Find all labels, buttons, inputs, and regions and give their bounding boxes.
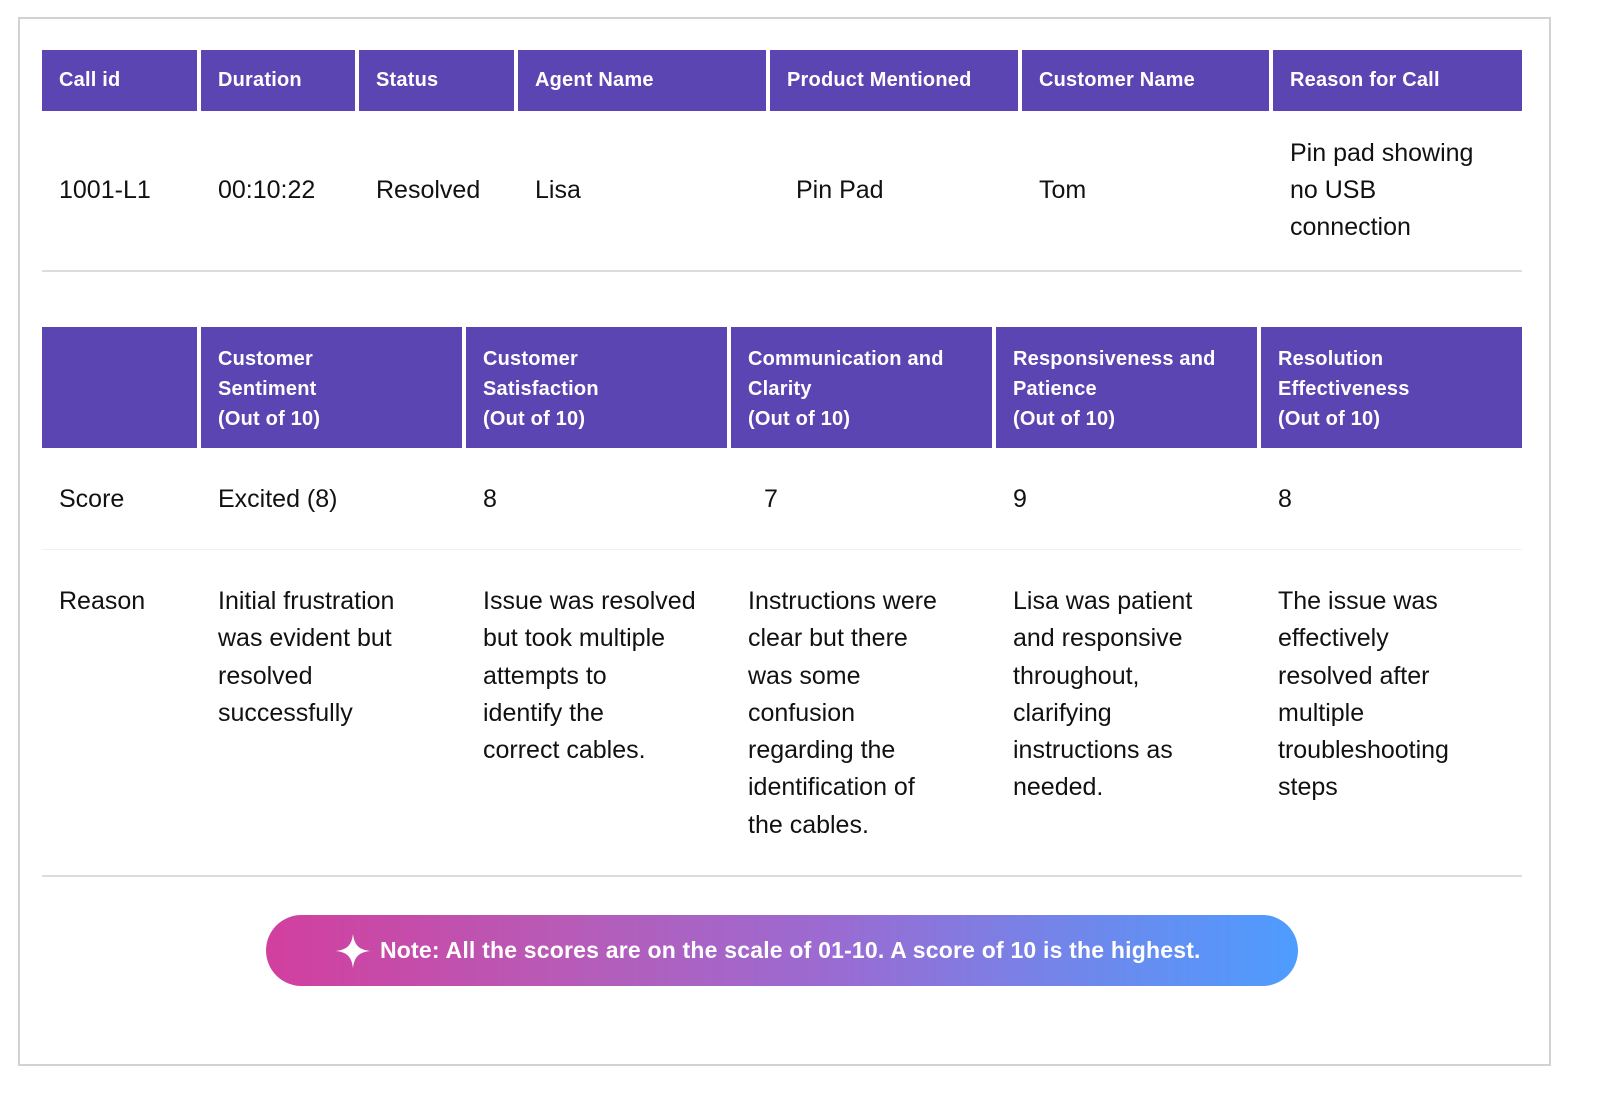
note-banner: Note: All the scores are on the scale of… <box>266 915 1298 986</box>
header-customer-sentiment: Customer Sentiment (Out of 10) <box>201 327 462 448</box>
reason-for-call-value: Pin pad showing no USB connection <box>1290 139 1474 241</box>
score-header-row: Customer Sentiment (Out of 10) Customer … <box>42 327 1522 448</box>
resolution-effectiveness-score: 8 <box>1278 484 1292 513</box>
call-details-table: Call id Duration Status Agent Name Produ… <box>42 50 1522 272</box>
header-communication-clarity: Communication and Clarity (Out of 10) <box>731 327 992 448</box>
header-duration: Duration <box>201 50 355 111</box>
customer-sentiment-score: Excited (8) <box>218 484 338 513</box>
header-empty <box>42 327 197 448</box>
header-reason-for-call: Reason for Call <box>1273 50 1522 111</box>
header-customer-satisfaction: Customer Satisfaction (Out of 10) <box>466 327 727 448</box>
header-status: Status <box>359 50 514 111</box>
header-responsiveness-patience: Responsiveness and Patience (Out of 10) <box>996 327 1257 448</box>
status-value: Resolved <box>376 176 481 204</box>
score-row: Score Excited (8) 8 7 9 8 <box>42 448 1522 550</box>
customer-sentiment-reason: Initial frustration was evident but reso… <box>218 587 395 727</box>
duration-value: 00:10:22 <box>218 176 316 204</box>
customer-satisfaction-reason: Issue was resolved but took multiple att… <box>483 587 696 765</box>
header-product-mentioned: Product Mentioned <box>770 50 1018 111</box>
agent-name-value: Lisa <box>535 176 581 204</box>
communication-clarity-score: 7 <box>764 484 778 513</box>
resolution-effectiveness-reason: The issue was effectively resolved after… <box>1278 587 1449 802</box>
responsiveness-patience-reason: Lisa was patient and responsive througho… <box>1013 587 1193 802</box>
score-row-label: Score <box>59 484 125 513</box>
communication-clarity-reason: Instructions were clear but there was so… <box>748 587 937 839</box>
call-id-value: 1001-L1 <box>59 176 151 204</box>
header-resolution-effectiveness: Resolution Effectiveness (Out of 10) <box>1261 327 1522 448</box>
reason-row-label: Reason <box>59 587 146 615</box>
reason-row: Reason Initial frustration was evident b… <box>42 550 1522 877</box>
customer-name-value: Tom <box>1039 176 1087 204</box>
score-table: Customer Sentiment (Out of 10) Customer … <box>42 327 1522 877</box>
call-details-header-row: Call id Duration Status Agent Name Produ… <box>42 50 1522 111</box>
call-details-row: 1001-L1 00:10:22 Resolved Lisa Pin Pad T… <box>42 111 1522 272</box>
product-mentioned-value: Pin Pad <box>796 176 884 204</box>
note-text: Note: All the scores are on the scale of… <box>380 937 1201 963</box>
header-agent-name: Agent Name <box>518 50 766 111</box>
header-customer-name: Customer Name <box>1022 50 1269 111</box>
customer-satisfaction-score: 8 <box>483 484 497 513</box>
responsiveness-patience-score: 9 <box>1013 484 1027 513</box>
sparkle-icon <box>335 933 371 968</box>
header-call-id: Call id <box>42 50 197 111</box>
